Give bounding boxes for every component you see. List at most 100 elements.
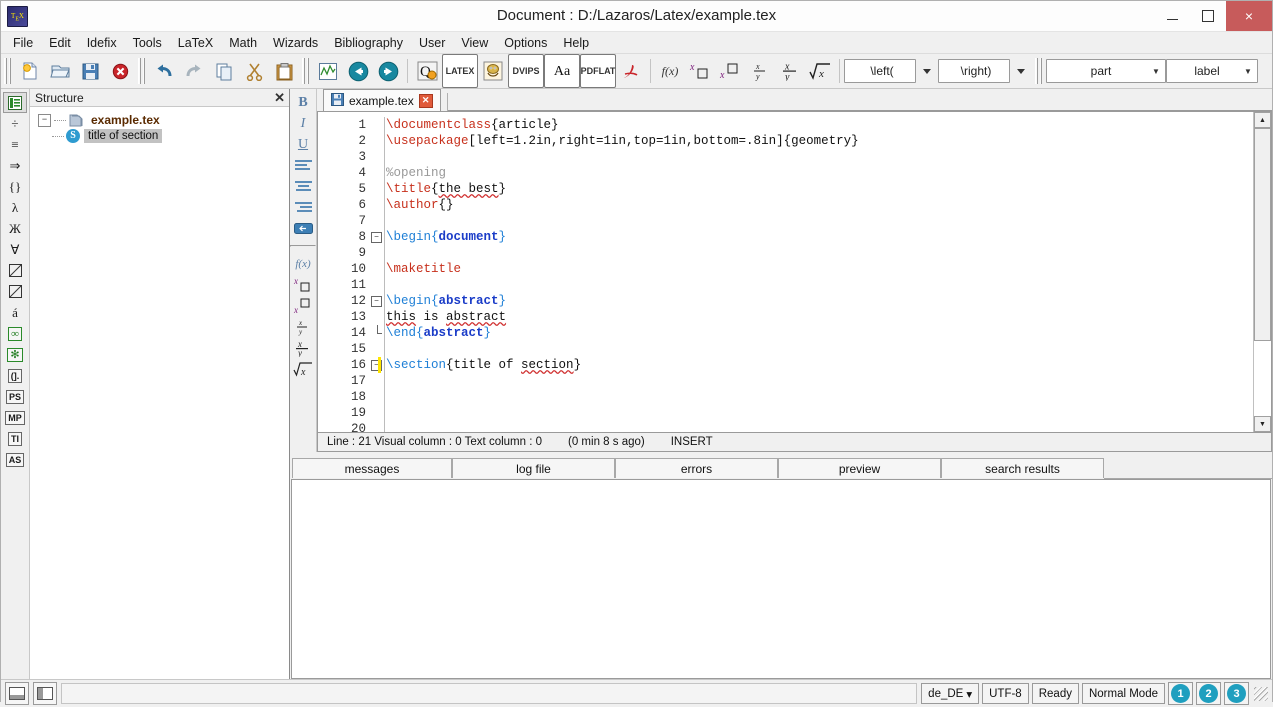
scroll-track[interactable] xyxy=(1254,128,1271,416)
italic-icon[interactable]: I xyxy=(290,113,316,134)
tikz-icon[interactable]: TI xyxy=(1,428,29,449)
code-line[interactable] xyxy=(386,341,1253,357)
scroll-down-button[interactable]: ▼ xyxy=(1254,416,1271,432)
tree-root-item[interactable]: − example.tex xyxy=(30,112,289,128)
view-dvi-icon[interactable] xyxy=(478,56,508,86)
code-line[interactable] xyxy=(386,149,1253,165)
menu-view[interactable]: View xyxy=(453,33,496,53)
right-delimiter-dropdown-arrow[interactable] xyxy=(1010,56,1032,86)
tab-search-results[interactable]: search results xyxy=(941,458,1104,478)
left-delimiter-dropdown-arrow[interactable] xyxy=(916,56,938,86)
code-line[interactable]: \end{abstract} xyxy=(386,325,1253,341)
code-line[interactable] xyxy=(386,277,1253,293)
superscript-icon[interactable]: x xyxy=(290,274,316,295)
dvips-icon[interactable]: DVI PS xyxy=(508,54,544,88)
new-file-icon[interactable] xyxy=(15,56,45,86)
sqrt-icon[interactable]: x xyxy=(805,56,835,86)
asymptote-icon[interactable]: AS xyxy=(1,449,29,470)
menu-idefix[interactable]: Idefix xyxy=(79,33,125,53)
label-combo[interactable]: label ▼ xyxy=(1166,59,1258,83)
graph-icon[interactable] xyxy=(313,56,343,86)
cyrillic-icon[interactable]: Ж xyxy=(1,218,29,239)
delimiters-icon[interactable]: {} xyxy=(1,176,29,197)
dfraction-icon[interactable]: x y xyxy=(775,56,805,86)
output-panel[interactable] xyxy=(291,479,1271,679)
code-line[interactable] xyxy=(386,213,1253,229)
forward-arrow-icon[interactable] xyxy=(373,56,403,86)
metapost-icon[interactable]: MP xyxy=(1,407,29,428)
vertical-scrollbar[interactable]: ▲ ▼ xyxy=(1253,112,1271,432)
greek-lowercase-icon[interactable]: λ xyxy=(1,197,29,218)
view-pdf-icon[interactable] xyxy=(616,56,646,86)
user-symbols-icon[interactable]: ∞ xyxy=(1,323,29,344)
expander-icon[interactable]: − xyxy=(38,113,51,127)
superscript-icon[interactable]: x xyxy=(685,56,715,86)
encoding-status[interactable]: UTF-8 xyxy=(982,683,1029,704)
code-area[interactable]: 1 2 3 4 5 6 7 8−9 10 11 12−13 14 15 16−17 18 19 20 \docu… xyxy=(318,112,1253,432)
back-arrow-icon[interactable] xyxy=(343,56,373,86)
undo-icon[interactable] xyxy=(149,56,179,86)
menu-user[interactable]: User xyxy=(411,33,453,53)
cut-icon[interactable] xyxy=(239,56,269,86)
delimiters2-icon[interactable] xyxy=(1,281,29,302)
menu-wizards[interactable]: Wizards xyxy=(265,33,326,53)
menu-help[interactable]: Help xyxy=(555,33,597,53)
subscript-icon[interactable]: x xyxy=(290,295,316,316)
toolbar-grip-2[interactable] xyxy=(138,58,147,84)
code-line[interactable] xyxy=(386,421,1253,432)
structure-view-icon[interactable] xyxy=(3,92,27,113)
operators-icon[interactable]: ÷ xyxy=(1,113,29,134)
menu-file[interactable]: File xyxy=(5,33,41,53)
save-icon[interactable] xyxy=(75,56,105,86)
code-line[interactable]: \begin{document} xyxy=(386,229,1253,245)
code-line[interactable] xyxy=(386,389,1253,405)
relations-icon[interactable]: ≡ xyxy=(1,134,29,155)
function-icon[interactable]: f(x) xyxy=(655,56,685,86)
tab-close-icon[interactable]: ✕ xyxy=(418,93,433,108)
align-left-icon[interactable] xyxy=(290,155,316,176)
sqrt-icon[interactable]: x xyxy=(290,358,316,379)
align-center-icon[interactable] xyxy=(290,176,316,197)
menu-options[interactable]: Options xyxy=(496,33,555,53)
toolbar-grip-3[interactable] xyxy=(302,58,311,84)
code-line[interactable]: %opening xyxy=(386,165,1253,181)
code-line[interactable] xyxy=(386,373,1253,389)
resize-grip[interactable] xyxy=(1254,686,1268,701)
code-line[interactable] xyxy=(386,245,1253,261)
tab-messages[interactable]: messages xyxy=(292,458,452,478)
scroll-thumb[interactable] xyxy=(1254,128,1271,342)
code-line[interactable]: \author{} xyxy=(386,197,1253,213)
latex-icon[interactable]: LAT EX xyxy=(442,54,478,88)
code-line[interactable] xyxy=(386,405,1253,421)
scroll-up-button[interactable]: ▲ xyxy=(1254,112,1271,128)
align-right-icon[interactable] xyxy=(290,197,316,218)
code-line[interactable]: \documentclass{article} xyxy=(386,117,1253,133)
code-line[interactable]: this is abstract xyxy=(386,309,1253,325)
code-line[interactable]: \maketitle xyxy=(386,261,1253,277)
function-icon[interactable]: f(x) xyxy=(290,253,316,274)
paste-icon[interactable] xyxy=(269,56,299,86)
subscript-icon[interactable]: x xyxy=(715,56,745,86)
view-ps-icon[interactable]: Aa xyxy=(544,54,580,88)
copy-icon[interactable] xyxy=(209,56,239,86)
accents-icon[interactable]: á xyxy=(1,302,29,323)
code-lines[interactable]: \documentclass{article} \usepackage[left=… xyxy=(370,112,1253,432)
close-document-icon[interactable] xyxy=(105,56,135,86)
dfraction-icon[interactable]: xy xyxy=(290,337,316,358)
code-line[interactable]: \begin{abstract} xyxy=(386,293,1253,309)
left-delimiter-combo[interactable]: \left( xyxy=(844,59,916,83)
menu-tools[interactable]: Tools xyxy=(125,33,170,53)
editor-tab-example-tex[interactable]: example.tex ✕ xyxy=(323,89,441,111)
pdflatex-icon[interactable]: PDF LAT xyxy=(580,54,616,88)
code-line[interactable]: \section{title of section} xyxy=(386,357,1253,373)
code-line[interactable]: \usepackage[left=1.2in,right=1in,top=1in… xyxy=(386,133,1253,149)
menu-math[interactable]: Math xyxy=(221,33,265,53)
misc-math-icon[interactable]: ∀ xyxy=(1,239,29,260)
close-button[interactable]: × xyxy=(1226,1,1272,31)
menu-bibliography[interactable]: Bibliography xyxy=(326,33,411,53)
menu-latex[interactable]: LaTeX xyxy=(170,33,221,53)
bold-icon[interactable]: B xyxy=(290,92,316,113)
code-editor[interactable]: 1 2 3 4 5 6 7 8−9 10 11 12−13 14 15 16−17 18 19 20 \docu… xyxy=(317,112,1272,433)
menu-edit[interactable]: Edit xyxy=(41,33,79,53)
quick-build-icon[interactable]: Q xyxy=(412,56,442,86)
